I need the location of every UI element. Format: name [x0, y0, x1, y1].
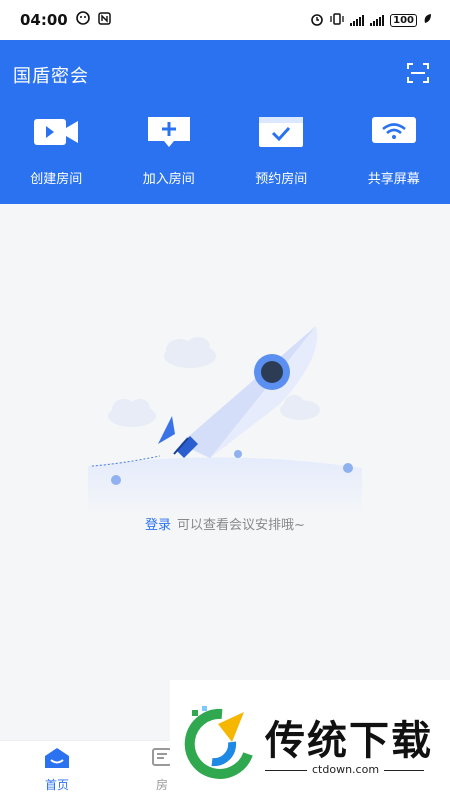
- app-title: 国盾密会: [13, 66, 89, 87]
- leaf-icon: [423, 13, 432, 27]
- nav-home[interactable]: 首页: [27, 747, 87, 793]
- add-message-icon: [145, 112, 193, 152]
- signal-icon-1: [350, 14, 365, 26]
- login-link[interactable]: 登录: [145, 518, 171, 533]
- screen-share-icon: [370, 112, 418, 152]
- watermark-line-right: [384, 770, 424, 771]
- watermark-url: ctdown.com: [312, 763, 380, 776]
- share-screen-label: 共享屏幕: [367, 172, 420, 187]
- header: 国盾密会 创建房间 加入房间 预约房间 共享屏幕: [0, 40, 450, 204]
- status-time: 04:00: [20, 11, 68, 29]
- empty-hint: 可以查看会议安排哦~: [177, 518, 305, 533]
- signal-icon-2: [370, 14, 385, 26]
- vibrate-icon: [330, 12, 344, 28]
- nfc-icon: [98, 11, 111, 29]
- join-room-button[interactable]: 加入房间: [113, 112, 226, 187]
- status-left: 04:00: [20, 11, 111, 29]
- schedule-room-button[interactable]: 预约房间: [225, 112, 338, 187]
- status-bar: 04:00 100: [0, 0, 450, 40]
- watermark-logo: [182, 702, 260, 780]
- battery-indicator: 100: [390, 13, 417, 27]
- empty-state: 登录 可以查看会议安排哦~: [0, 204, 450, 740]
- alarm-icon: [310, 12, 324, 29]
- create-room-button[interactable]: 创建房间: [0, 112, 113, 187]
- nav-room-label: 房: [155, 778, 168, 792]
- status-icons: 100: [310, 12, 432, 29]
- nav-home-label: 首页: [44, 778, 69, 792]
- share-screen-button[interactable]: 共享屏幕: [338, 112, 450, 187]
- join-room-label: 加入房间: [142, 172, 195, 187]
- rocket-illustration: [80, 316, 370, 516]
- video-camera-icon: [32, 112, 80, 152]
- create-room-label: 创建房间: [30, 172, 83, 187]
- watermark-title: 传统下载: [265, 718, 433, 764]
- wechat-notification-icon: [75, 11, 90, 29]
- quick-actions: 创建房间 加入房间 预约房间 共享屏幕: [0, 112, 450, 187]
- watermark-line-left: [265, 770, 307, 771]
- scan-icon[interactable]: [406, 62, 430, 84]
- calendar-check-icon: [257, 112, 305, 152]
- empty-message: 登录 可以查看会议安排哦~: [0, 514, 450, 533]
- home-icon: [44, 747, 70, 773]
- schedule-room-label: 预约房间: [255, 172, 308, 187]
- watermark: 传统下载 ctdown.com: [170, 680, 450, 800]
